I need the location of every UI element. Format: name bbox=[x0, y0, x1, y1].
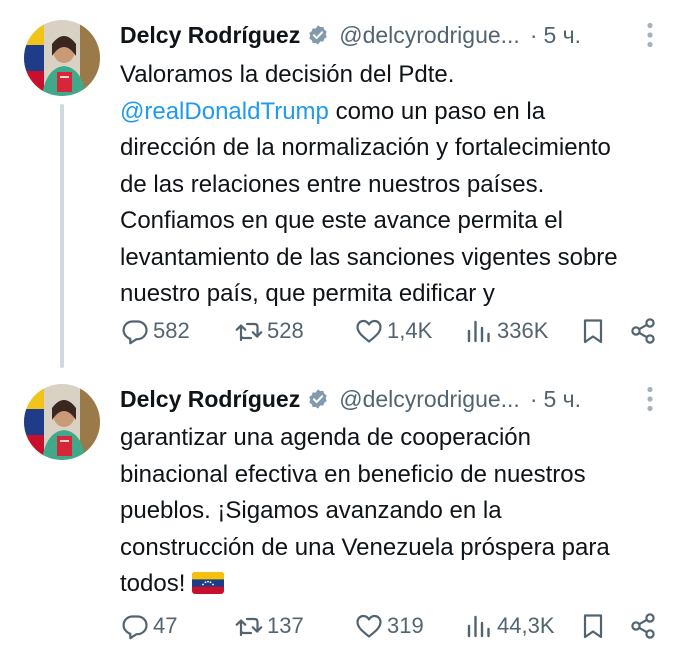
mention-link[interactable]: @realDonaldTrump bbox=[120, 98, 329, 125]
share-icon bbox=[631, 613, 655, 639]
text-line: binacional efectiva en beneficio de nues… bbox=[120, 460, 586, 488]
views-button[interactable]: 44,3K bbox=[464, 609, 555, 643]
tweet-1[interactable]: Delcy Rodríguez @delcyrodrigue... · 5 ч.… bbox=[0, 0, 696, 370]
avatar-image bbox=[24, 20, 100, 96]
avatar[interactable] bbox=[24, 384, 100, 460]
separator-dot: · bbox=[529, 385, 538, 412]
analytics-icon bbox=[467, 615, 490, 638]
timestamp[interactable]: 5 ч. bbox=[544, 22, 582, 49]
retweet-button[interactable]: 137 bbox=[234, 609, 304, 643]
action-bar: 582 528 1,4K 336K bbox=[120, 314, 680, 348]
tweet-header: Delcy Rodríguez @delcyrodrigue... · 5 ч. bbox=[120, 382, 680, 416]
text-line: nuestro país, que permita edificar y bbox=[120, 280, 495, 307]
bookmark-icon bbox=[583, 319, 603, 344]
text-line: dirección de la normalización y fortalec… bbox=[120, 134, 611, 161]
reply-icon bbox=[122, 615, 148, 640]
bookmark-button[interactable] bbox=[578, 609, 611, 643]
author-handle[interactable]: @delcyrodrigue... bbox=[339, 22, 520, 49]
author-handle[interactable]: @delcyrodrigue... bbox=[339, 386, 520, 413]
text-line: construcción de una Venezuela próspera p… bbox=[120, 533, 610, 561]
share-button[interactable] bbox=[628, 314, 661, 348]
share-icon bbox=[631, 318, 655, 344]
reply-count: 47 bbox=[153, 613, 178, 638]
text-line: todos! bbox=[120, 570, 186, 597]
reply-icon bbox=[122, 320, 148, 345]
verified-badge-icon bbox=[309, 389, 327, 409]
reply-count: 582 bbox=[153, 318, 190, 343]
text-line: Valoramos la decisión del Pdte. bbox=[120, 61, 455, 88]
author-name[interactable]: Delcy Rodríguez bbox=[120, 22, 300, 49]
like-count: 1,4K bbox=[387, 318, 433, 343]
bookmark-icon bbox=[583, 614, 603, 639]
like-count: 319 bbox=[387, 613, 424, 638]
avatar[interactable] bbox=[24, 20, 100, 96]
like-button[interactable]: 319 bbox=[354, 609, 424, 643]
separator-dot: · bbox=[529, 21, 538, 48]
thread-line bbox=[60, 104, 64, 368]
tweet-text: garantizar una agenda de cooperación bin… bbox=[120, 420, 680, 603]
tweet-text: Valoramos la decisión del Pdte. @realDon… bbox=[120, 57, 680, 313]
heart-icon bbox=[356, 319, 382, 343]
text-line: pueblos. ¡Sigamos avanzando en la bbox=[120, 497, 502, 524]
text-line: Confiamos en que este avance permita el bbox=[120, 207, 563, 234]
action-bar: 47 137 319 44,3K bbox=[120, 609, 680, 643]
tweet-2[interactable]: Delcy Rodríguez @delcyrodrigue... · 5 ч.… bbox=[0, 370, 696, 660]
venezuela-flag-icon bbox=[192, 572, 225, 594]
text-line: como un paso en la bbox=[335, 97, 546, 125]
views-count: 336K bbox=[497, 318, 549, 343]
text-line: de las relaciones entre nuestros países. bbox=[120, 170, 545, 198]
reply-button[interactable]: 47 bbox=[120, 609, 177, 643]
retweet-button[interactable]: 528 bbox=[234, 314, 304, 348]
views-count: 44,3K bbox=[497, 613, 555, 638]
reply-button[interactable]: 582 bbox=[120, 314, 190, 348]
verified-badge-icon bbox=[309, 25, 327, 45]
more-options-icon[interactable] bbox=[646, 22, 654, 48]
retweet-icon bbox=[235, 322, 263, 342]
timestamp[interactable]: 5 ч. bbox=[544, 386, 582, 413]
retweet-count: 137 bbox=[267, 613, 304, 638]
share-button[interactable] bbox=[628, 609, 661, 643]
retweet-count: 528 bbox=[267, 318, 304, 343]
analytics-icon bbox=[467, 320, 490, 343]
tweet-header: Delcy Rodríguez @delcyrodrigue... · 5 ч. bbox=[120, 18, 680, 52]
retweet-icon bbox=[235, 617, 263, 637]
avatar-image bbox=[24, 384, 100, 460]
author-name[interactable]: Delcy Rodríguez bbox=[120, 386, 300, 413]
text-line: levantamiento de las sanciones vigentes … bbox=[120, 243, 618, 271]
heart-icon bbox=[356, 614, 382, 638]
bookmark-button[interactable] bbox=[578, 314, 611, 348]
more-options-icon[interactable] bbox=[646, 386, 654, 412]
text-line: garantizar una agenda de cooperación bbox=[120, 424, 531, 451]
like-button[interactable]: 1,4K bbox=[354, 314, 432, 348]
views-button[interactable]: 336K bbox=[464, 314, 548, 348]
